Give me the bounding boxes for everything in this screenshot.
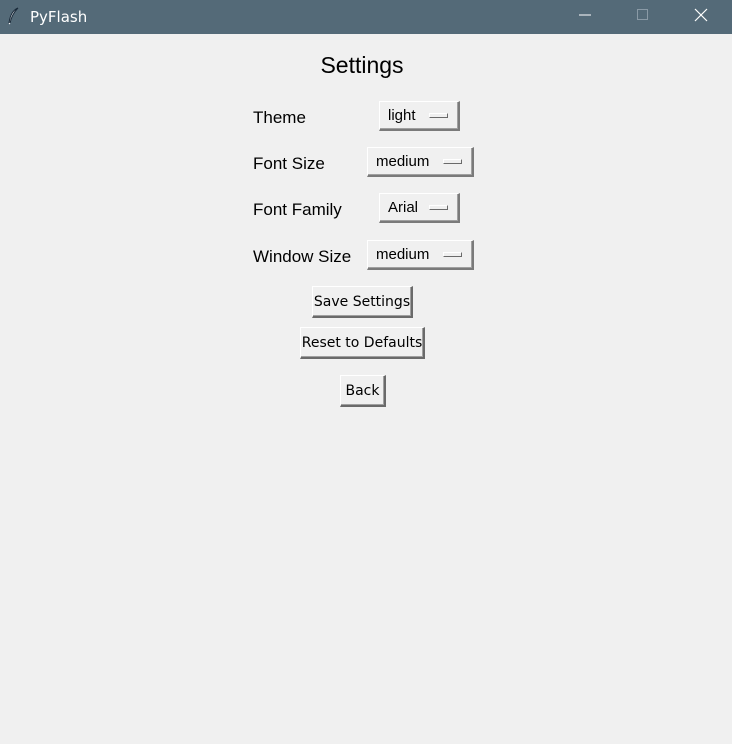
save-settings-button[interactable]: Save Settings — [312, 286, 413, 318]
maximize-button[interactable] — [620, 0, 666, 34]
minimize-icon — [579, 8, 591, 26]
font-size-dropdown[interactable]: medium — [367, 147, 474, 177]
maximize-icon — [637, 8, 649, 26]
dropdown-indicator-icon — [443, 252, 462, 257]
dropdown-indicator-icon — [443, 159, 462, 164]
font-family-label: Font Family — [253, 200, 342, 219]
app-window: PyFlash Settings Theme light Font Size m… — [0, 0, 732, 744]
theme-value: light — [388, 107, 416, 124]
font-family-dropdown[interactable]: Arial — [379, 193, 460, 223]
theme-dropdown[interactable]: light — [379, 101, 460, 131]
page-title: Settings — [320, 52, 404, 78]
window-size-value: medium — [376, 246, 430, 263]
font-size-value: medium — [376, 153, 430, 170]
font-size-label: Font Size — [253, 154, 325, 173]
dropdown-indicator-icon — [429, 113, 448, 118]
back-button[interactable]: Back — [340, 375, 386, 407]
dropdown-indicator-icon — [429, 205, 448, 210]
title-bar[interactable]: PyFlash — [0, 0, 732, 34]
window-size-dropdown[interactable]: medium — [367, 240, 474, 270]
window-title: PyFlash — [30, 8, 88, 26]
window-size-label: Window Size — [253, 247, 352, 266]
close-button[interactable] — [678, 0, 724, 34]
reset-defaults-button[interactable]: Reset to Defaults — [300, 327, 425, 359]
close-icon — [694, 8, 708, 27]
minimize-button[interactable] — [562, 0, 608, 34]
feather-icon — [7, 7, 21, 25]
theme-label: Theme — [253, 108, 306, 127]
font-family-value: Arial — [388, 199, 419, 216]
